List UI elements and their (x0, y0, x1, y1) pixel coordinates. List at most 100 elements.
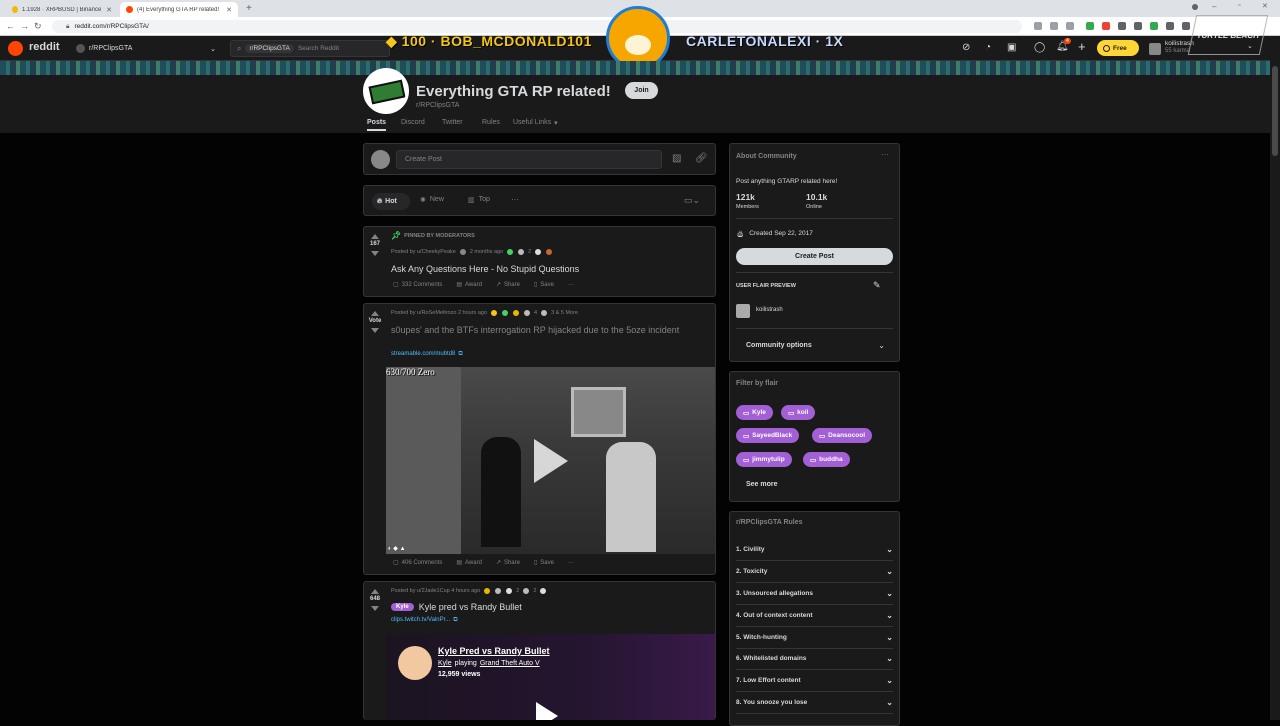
create-post-button[interactable]: Create Post (736, 248, 893, 265)
profile-dot-icon[interactable] (1192, 4, 1198, 10)
chat-icon[interactable]: ◯ (1034, 42, 1045, 53)
share-button[interactable]: ↗ Share (496, 281, 520, 289)
new-tab-icon[interactable]: + (246, 3, 252, 14)
extension-icon[interactable] (1166, 22, 1174, 30)
rule-item[interactable]: 2. Toxicity ⌄ (736, 561, 893, 583)
play-icon[interactable] (534, 439, 568, 483)
url-field[interactable]: 🔒︎ reddit.com/r/RPClipsGTA/ (52, 20, 1022, 33)
back-icon[interactable]: ← (6, 21, 15, 31)
image-upload-icon[interactable]: ▨ (672, 153, 681, 164)
post-card[interactable]: Vote Posted by u/RoSeMeltrozo 2 hours ag… (363, 303, 716, 575)
post-title[interactable]: s0upes' and the BTFs interrogation RP hi… (391, 324, 691, 336)
community-switcher[interactable]: r/RPClipsGTA ⌄ (76, 40, 216, 57)
downvote-icon[interactable] (371, 328, 379, 333)
reddit-wordmark[interactable]: reddit (29, 41, 60, 53)
rule-item[interactable]: 6. Whitelisted domains ⌄ (736, 648, 893, 670)
tab-posts[interactable]: Posts (367, 119, 387, 131)
clip-game[interactable]: Grand Theft Auto V (480, 660, 540, 667)
more-options-button[interactable]: ··· (568, 559, 574, 566)
upvote-icon[interactable] (371, 311, 379, 316)
extension-icon[interactable] (1034, 22, 1042, 30)
post-title[interactable]: Kyle pred vs Randy Bullet (419, 602, 522, 612)
layout-view-icon[interactable]: ▭⌄ (684, 195, 700, 206)
video-player[interactable]: 630/700 Zero ◐ ◆ ▲ (386, 367, 715, 554)
post-link[interactable]: clips.twitch.tv/VainPr... ⧉ (391, 617, 458, 624)
reload-icon[interactable]: ↻ (34, 21, 42, 32)
sort-hot-button[interactable]: 🔥︎ Hot (372, 193, 410, 210)
popular-icon[interactable]: ⊘ (962, 42, 970, 53)
post-author[interactable]: Posted by u/RoSeMeltrozo 2 hours ago (391, 310, 487, 316)
free-coins-button[interactable]: Free (1097, 40, 1139, 56)
flair-filter-jimmytulip[interactable]: ▭ jimmytulip (736, 452, 792, 467)
rule-item[interactable]: 8. You snooze you lose ⌄ (736, 692, 893, 714)
post-author[interactable]: Posted by u/2Jade1Cup 4 hours ago (391, 588, 480, 594)
join-button[interactable]: Join (625, 82, 658, 99)
extension-icon[interactable] (1134, 22, 1142, 30)
tab-useful-links[interactable]: Useful Links ▾ (513, 119, 558, 127)
edit-pencil-icon[interactable]: ✎ (873, 280, 881, 291)
sort-top-button[interactable]: ▥ Top (468, 196, 490, 204)
post-title[interactable]: Ask Any Questions Here - No Stupid Quest… (391, 264, 579, 274)
extensions-puzzle-icon[interactable] (1182, 22, 1190, 30)
page-scrollbar[interactable] (1270, 36, 1280, 720)
clip-title[interactable]: Kyle Pred vs Randy Bullet (438, 646, 550, 656)
downvote-icon[interactable] (371, 251, 379, 256)
extension-icon[interactable] (1102, 22, 1110, 30)
browser-tab-binance[interactable]: 1.1928 · XRPBUSD | Binance Sp... ✕ (6, 2, 118, 17)
share-button[interactable]: ↗ Share (496, 559, 520, 567)
comments-button[interactable]: ▢ 332 Comments (393, 281, 442, 289)
more-options-button[interactable]: ··· (568, 281, 574, 288)
post-flair[interactable]: Kyle (391, 603, 414, 611)
star-icon[interactable] (1066, 22, 1074, 30)
award-button[interactable]: ▤ Award (456, 281, 482, 289)
reddit-logo-icon[interactable] (8, 41, 23, 56)
forward-icon[interactable]: → (20, 21, 29, 31)
tab-rules[interactable]: Rules (482, 119, 500, 126)
extension-icon[interactable] (1086, 22, 1094, 30)
tab-twitter[interactable]: Twitter (442, 119, 463, 126)
save-button[interactable]: ▯ Save (534, 559, 554, 567)
sort-more-icon[interactable]: ··· (511, 195, 519, 204)
link-icon[interactable]: 🔗︎ (695, 153, 708, 164)
post-link[interactable]: streamable.com/mubtd8 ⧉ (391, 351, 463, 358)
extension-icon[interactable] (1118, 22, 1126, 30)
clip-user[interactable]: Kyle (438, 660, 452, 667)
comments-button[interactable]: ▢ 406 Comments (393, 559, 442, 567)
sort-new-button[interactable]: ✺ New (420, 196, 444, 204)
rule-item[interactable]: 1. Civility ⌄ (736, 539, 893, 561)
more-options-icon[interactable]: ··· (881, 150, 889, 159)
scrollbar-thumb[interactable] (1272, 66, 1278, 156)
post-card[interactable]: 167 📌︎ PINNED BY MODERATORS Posted by u/… (363, 226, 716, 297)
upvote-icon[interactable] (371, 234, 379, 239)
see-more-link[interactable]: See more (746, 481, 778, 488)
tab-discord[interactable]: Discord (401, 119, 425, 126)
community-options-toggle[interactable]: Community options ⌄ (736, 334, 893, 356)
live-icon[interactable]: ▣ (1007, 42, 1016, 53)
downvote-icon[interactable] (371, 606, 379, 611)
coins-icon[interactable]: ◔ (985, 42, 991, 53)
search-community-chip[interactable]: r/RPClipsGTA (245, 44, 294, 53)
maximize-icon[interactable]: ▫ (1238, 2, 1240, 9)
browser-tab-reddit[interactable]: (4) Everything GTA RP related! ✕ (120, 2, 238, 17)
rule-item[interactable]: 3. Unsourced allegations ⌄ (736, 583, 893, 605)
save-button[interactable]: ▯ Save (534, 281, 554, 289)
rule-item[interactable]: 4. Out of context content ⌄ (736, 605, 893, 627)
zoom-icon[interactable] (1050, 22, 1058, 30)
award-button[interactable]: ▤ Award (456, 559, 482, 567)
upvote-icon[interactable] (371, 589, 379, 594)
create-post-icon[interactable]: + (1078, 39, 1086, 54)
extension-icon[interactable] (1150, 22, 1158, 30)
post-card[interactable]: 648 Posted by u/2Jade1Cup 4 hours ago 2 … (363, 581, 716, 720)
close-window-icon[interactable]: ✕ (1262, 2, 1268, 10)
flair-filter-sayeedblack[interactable]: ▭ SayeedBlack (736, 428, 800, 443)
rule-item[interactable]: 5. Witch-hunting ⌄ (736, 627, 893, 649)
search-bar[interactable]: ⌕ r/RPClipsGTA Search Reddit (230, 40, 390, 57)
clip-embed[interactable]: Kyle Pred vs Randy Bullet Kyle playing G… (386, 634, 715, 720)
post-author[interactable]: Posted by u/CheekyPeake (391, 249, 456, 255)
flair-filter-buddha[interactable]: ▭ buddha (803, 452, 850, 467)
minimize-icon[interactable]: – (1212, 2, 1216, 11)
play-icon[interactable] (536, 702, 558, 720)
rule-item[interactable]: 7. Low Effort content ⌄ (736, 670, 893, 692)
close-tab-icon[interactable]: ✕ (226, 6, 232, 14)
flair-filter-kyle[interactable]: ▭ Kyle (736, 405, 773, 420)
